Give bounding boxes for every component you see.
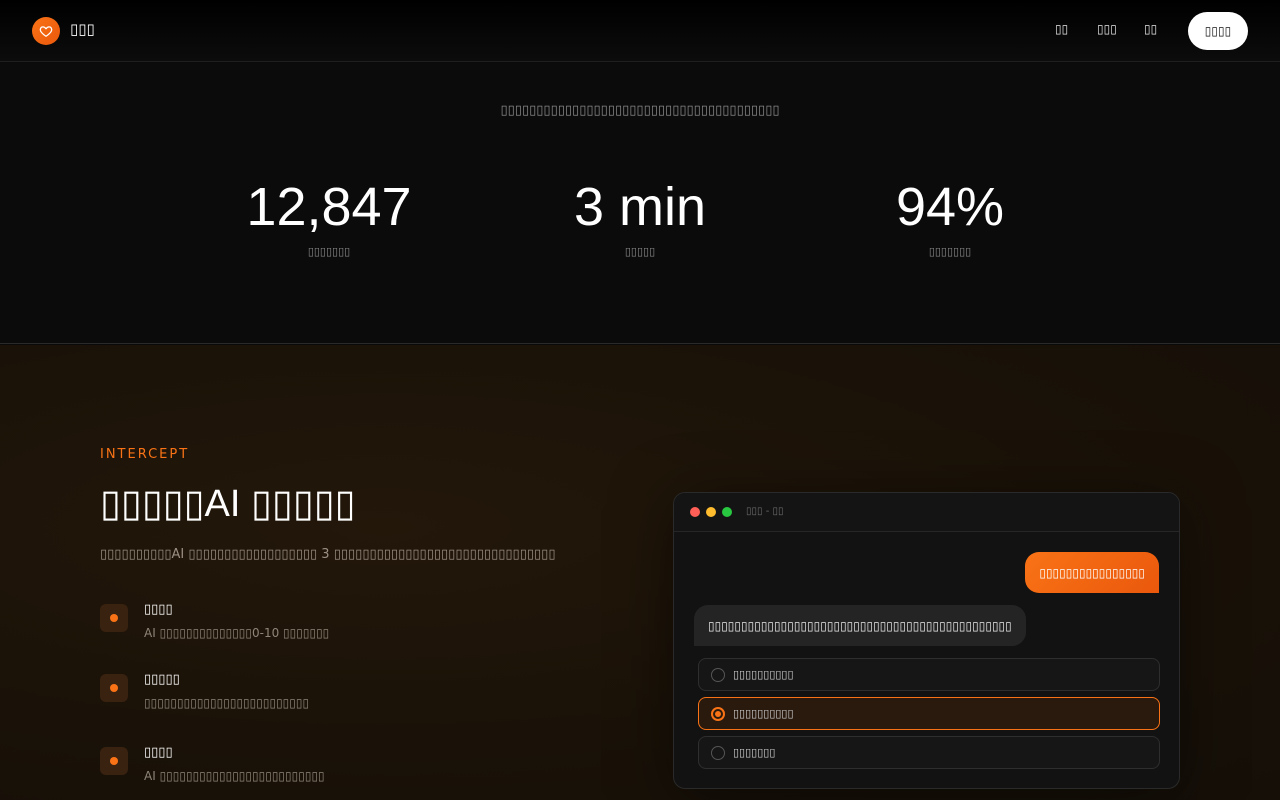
close-dot-icon: [690, 507, 700, 517]
section-description: ▯▯▯▯▯▯▯▯▯▯AI ▯▯▯▯▯▯▯▯▯▯▯▯▯▯▯▯▯▯ 3 ▯▯▯▯▯▯…: [100, 547, 556, 562]
cta-button[interactable]: ▯▯▯▯: [1188, 12, 1248, 50]
stat-value: 3 min: [573, 177, 707, 237]
feature-title: ▯▯▯▯: [144, 602, 173, 617]
maximize-dot-icon: [722, 507, 732, 517]
stats-section: ▯▯▯▯▯▯▯▯▯▯▯▯▯▯▯▯▯▯▯▯▯▯▯▯▯▯▯▯▯▯▯▯▯▯▯▯▯▯▯ …: [0, 63, 1280, 344]
nav-item-1[interactable]: ▯▯: [1055, 22, 1068, 36]
nav-item-3[interactable]: ▯▯: [1144, 22, 1157, 36]
brand-name[interactable]: ▯▯▯: [70, 20, 95, 38]
feature-title: ▯▯▯▯: [144, 745, 173, 760]
feature-dot-icon: [100, 674, 128, 702]
ai-message-bubble: ▯▯▯▯▯▯▯▯▯▯▯▯▯▯▯▯▯▯▯▯▯▯▯▯▯▯▯▯▯▯▯▯▯▯▯▯▯▯▯▯…: [694, 605, 1026, 646]
radio-icon: [711, 667, 725, 682]
stat-time: 3 min ▯▯▯▯▯: [480, 175, 800, 258]
top-header: ▯▯▯ ▯▯ ▯▯▯ ▯▯ ▯▯▯▯: [0, 0, 1280, 62]
answer-option[interactable]: ▯▯▯▯▯▯▯▯▯▯: [698, 658, 1160, 691]
stat-value: 12,847: [246, 177, 412, 237]
feature-description: AI ▯▯▯▯▯▯▯▯▯▯▯▯▯▯▯▯▯▯▯▯▯▯▯▯▯: [144, 769, 325, 783]
logo-heart-icon[interactable]: [32, 17, 60, 45]
stat-label: ▯▯▯▯▯▯▯: [307, 245, 351, 258]
feature-dot-icon: [100, 604, 128, 632]
window-titlebar: ▯▯▯ - ▯▯: [674, 493, 1179, 532]
radio-checked-icon: [711, 706, 725, 721]
section-title: ▯▯▯▯▯AI ▯▯▯▯▯: [100, 483, 356, 525]
option-label: ▯▯▯▯▯▯▯▯▯▯: [733, 707, 794, 720]
answer-option[interactable]: ▯▯▯▯▯▯▯: [698, 736, 1160, 769]
stat-label: ▯▯▯▯▯▯▯: [928, 245, 972, 258]
nav-item-2[interactable]: ▯▯▯: [1097, 22, 1117, 36]
user-message-bubble: ▯▯▯▯▯▯▯▯▯▯▯▯▯▯▯▯: [1025, 552, 1159, 593]
feature-title: ▯▯▯▯▯: [144, 672, 180, 687]
feature-description: AI ▯▯▯▯▯▯▯▯▯▯▯▯▯▯0-10 ▯▯▯▯▯▯▯: [144, 626, 330, 640]
intercept-section: INTERCEPT ▯▯▯▯▯AI ▯▯▯▯▯ ▯▯▯▯▯▯▯▯▯▯AI ▯▯▯…: [0, 345, 1280, 800]
minimize-dot-icon: [706, 507, 716, 517]
stat-label: ▯▯▯▯▯: [624, 245, 656, 258]
stat-value: 94%: [895, 177, 1005, 237]
window-title: ▯▯▯ - ▯▯: [746, 506, 784, 517]
answer-option-selected[interactable]: ▯▯▯▯▯▯▯▯▯▯: [698, 697, 1160, 730]
feature-dot-icon: [100, 747, 128, 775]
stats-tagline: ▯▯▯▯▯▯▯▯▯▯▯▯▯▯▯▯▯▯▯▯▯▯▯▯▯▯▯▯▯▯▯▯▯▯▯▯▯▯▯: [500, 103, 780, 118]
stat-sessions: 12,847 ▯▯▯▯▯▯▯: [169, 175, 489, 258]
radio-icon: [711, 745, 725, 760]
chat-mockup-window: ▯▯▯ - ▯▯ ▯▯▯▯▯▯▯▯▯▯▯▯▯▯▯▯ ▯▯▯▯▯▯▯▯▯▯▯▯▯▯…: [673, 492, 1180, 789]
option-label: ▯▯▯▯▯▯▯▯▯▯: [733, 668, 794, 681]
section-eyebrow: INTERCEPT: [100, 447, 190, 462]
option-label: ▯▯▯▯▯▯▯: [733, 746, 776, 759]
feature-description: ▯▯▯▯▯▯▯▯▯▯▯▯▯▯▯▯▯▯▯▯▯▯▯▯▯: [144, 696, 310, 710]
stat-rate: 94% ▯▯▯▯▯▯▯: [790, 175, 1110, 258]
